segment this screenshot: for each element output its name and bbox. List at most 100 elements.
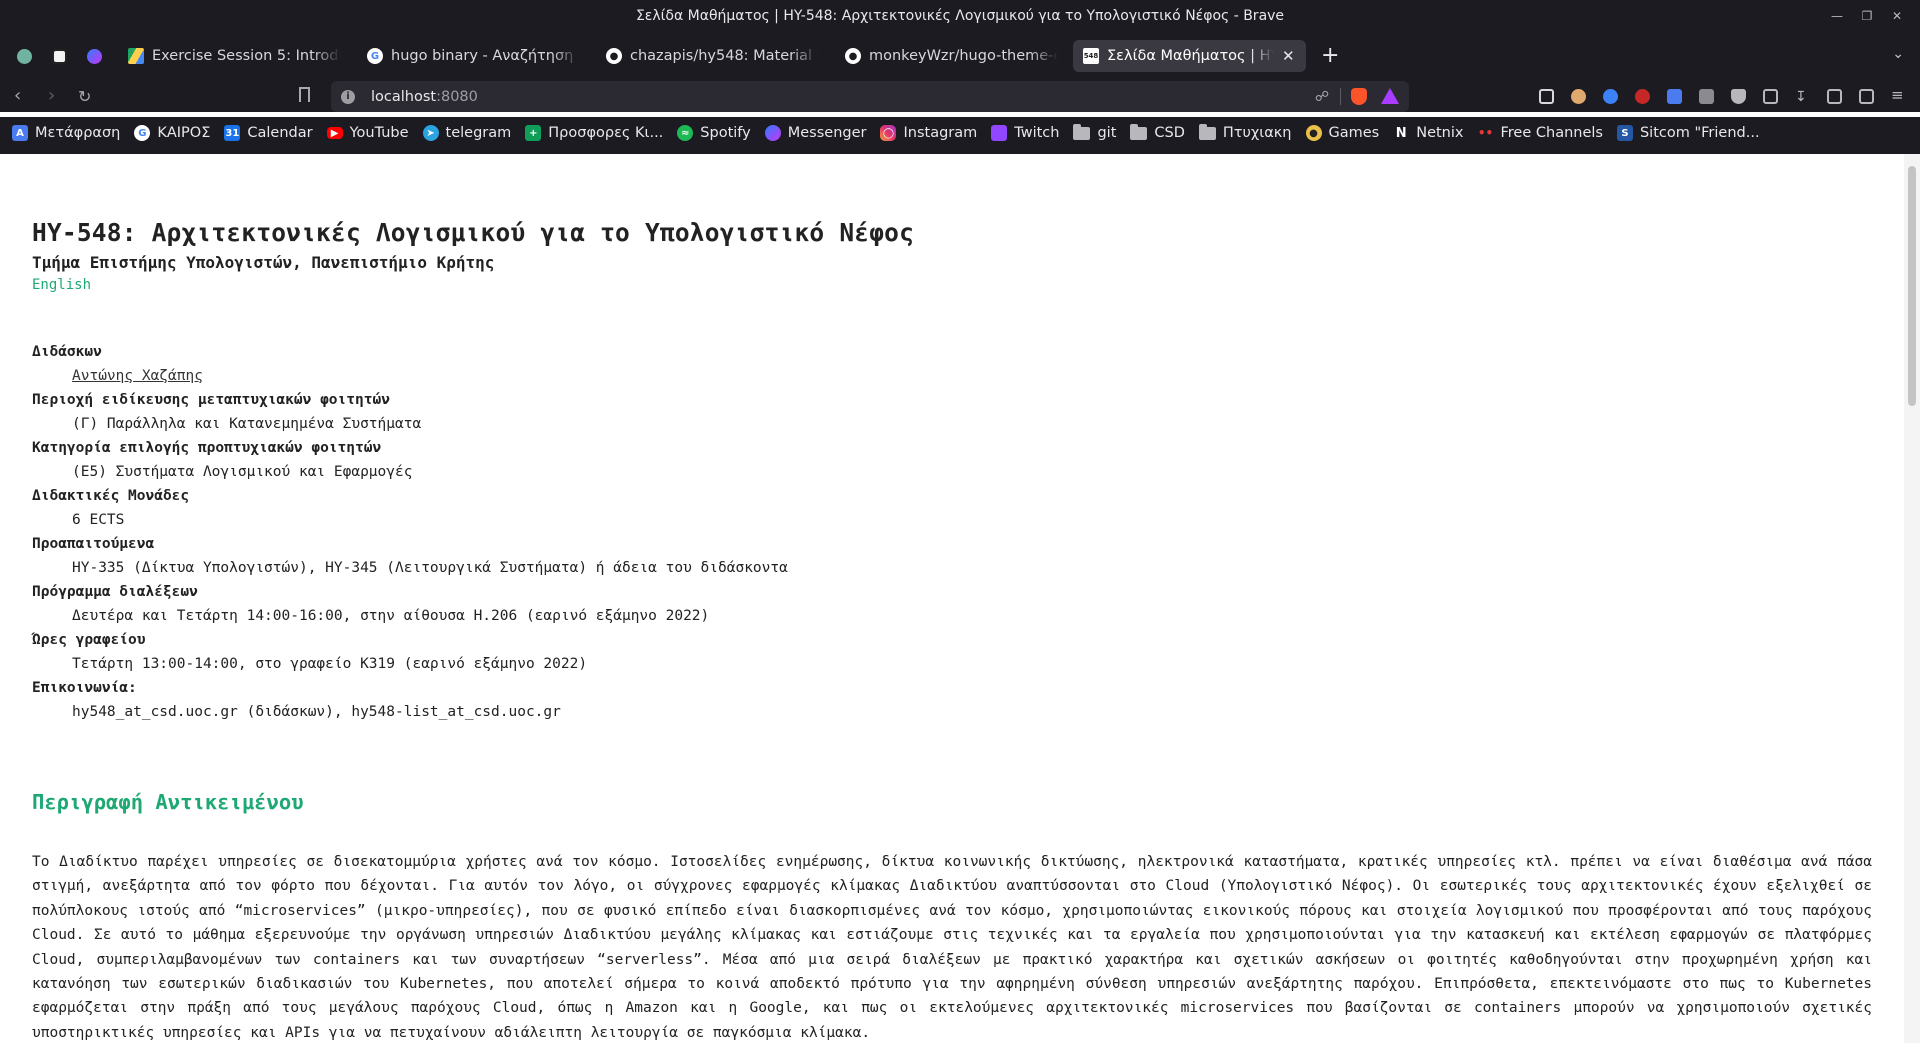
instructor-label: Διδάσκων xyxy=(32,344,102,360)
bookmark-label: git xyxy=(1097,125,1117,141)
undergrad-category-label: Κατηγορία επιλογής προπτυχιακών φοιτητών xyxy=(32,440,382,456)
tab-exercise-session[interactable]: Exercise Session 5: Introduc xyxy=(118,40,351,72)
bookmark-item[interactable]: Twitch xyxy=(991,125,1059,141)
reader-mode-icon[interactable] xyxy=(1539,89,1554,104)
minimize-icon[interactable]: — xyxy=(1822,9,1852,23)
tab-github-hugo-theme[interactable]: ● monkeyWzr/hugo-theme-ca xyxy=(835,40,1068,72)
sheets-icon: + xyxy=(525,125,542,141)
wallet-icon[interactable] xyxy=(1859,89,1874,104)
tab-hugo-search[interactable]: G hugo binary - Αναζήτηση G xyxy=(357,40,590,72)
tab-label: hugo binary - Αναζήτηση G xyxy=(391,48,580,64)
window-controls: — ❐ ✕ xyxy=(1822,0,1912,31)
bookmark-label: Free Channels xyxy=(1500,125,1603,141)
schedule-label: Πρόγραμμα διαλέξεων xyxy=(32,584,198,600)
brave-rewards-icon[interactable] xyxy=(1381,88,1399,104)
shield-extension-icon[interactable] xyxy=(1731,89,1746,104)
tab-course-page[interactable]: 548 Σελίδα Μαθήματος | HY ✕ xyxy=(1073,40,1306,72)
bookmark-item[interactable]: + Προσφορες Κι... xyxy=(525,125,663,141)
page-subtitle: Τμήμα Επιστήμης Υπολογιστών, Πανεπιστήμι… xyxy=(32,253,495,272)
schedule-value: Δευτέρα και Τετάρτη 14:00-16:00, στην αί… xyxy=(72,608,710,624)
tab-label: Σελίδα Μαθήματος | HY xyxy=(1107,48,1274,64)
spotify-icon: ≈ xyxy=(677,125,694,141)
bookmark-item[interactable]: ● Games xyxy=(1305,125,1379,141)
close-tab-icon[interactable]: ✕ xyxy=(1282,47,1296,65)
share-icon[interactable]: ☍ xyxy=(1315,89,1329,105)
bookmark-label: Μετάφραση xyxy=(35,125,121,141)
address-bar[interactable]: i localhost:8080 ☍ xyxy=(331,81,1409,112)
sound-extension-icon[interactable] xyxy=(1603,89,1618,104)
scrollbar-thumb[interactable] xyxy=(1908,166,1916,406)
instagram-icon: ◯ xyxy=(880,125,897,141)
translate-icon: A xyxy=(12,125,28,141)
language-link[interactable]: English xyxy=(32,277,91,293)
credits-label: Διδακτικές Μονάδες xyxy=(32,488,190,504)
pinned-tab-notion[interactable] xyxy=(45,42,73,70)
site-info-icon[interactable]: i xyxy=(341,89,355,104)
brave-shields-icon[interactable] xyxy=(1351,88,1367,105)
bookmark-folder[interactable]: Πτυχιακη xyxy=(1198,123,1292,141)
instructor-value: Αντώνης Χαζάπης xyxy=(72,367,1872,385)
office-hours-label: Ώρες γραφείου xyxy=(32,632,146,648)
camera-extension-icon[interactable] xyxy=(1699,89,1714,104)
bookmark-item[interactable]: 31 Calendar xyxy=(224,125,313,141)
bookmarks-bar: A Μετάφραση G ΚΑΙΡΟΣ 31 Calendar ▶ YouTube ➤… xyxy=(0,117,1920,149)
back-icon[interactable]: ‹ xyxy=(14,85,21,106)
ublock-icon[interactable] xyxy=(1635,89,1650,104)
tab-github-hy548[interactable]: ● chazapis/hy548: Material fo xyxy=(596,40,829,72)
bookmark-label: Calendar xyxy=(247,125,313,141)
url-host: localhost xyxy=(371,88,437,105)
download-icon[interactable]: ↧ xyxy=(1795,89,1810,105)
chatgpt-icon xyxy=(16,48,32,64)
folder-icon xyxy=(1073,123,1091,140)
bookmark-item[interactable]: ▶ YouTube xyxy=(326,125,409,141)
reload-icon[interactable]: ↻ xyxy=(78,87,91,106)
page-scrollbar[interactable] xyxy=(1904,154,1920,1043)
bookmark-label: Twitch xyxy=(1014,125,1060,141)
credits-value: 6 ECTS xyxy=(72,512,125,528)
contact-value: hy548_at_csd.uoc.gr (διδάσκων), hy548-li… xyxy=(72,704,561,720)
bookmark-label: Messenger xyxy=(787,125,867,141)
prerequisites-label: Προαπαιτούμενα xyxy=(32,536,155,552)
bookmark-item[interactable]: ≈ Spotify xyxy=(677,125,751,141)
bookmark-label: ΚΑΙΡΟΣ xyxy=(157,125,211,141)
google-icon: G xyxy=(367,48,383,64)
bookmark-item[interactable]: N Netnix xyxy=(1393,125,1464,141)
navigation-toolbar: ‹ › ↻ i localhost:8080 ☍ ↧ ≡ xyxy=(0,81,1920,112)
bookmark-item[interactable]: S Sitcom "Friend... xyxy=(1616,125,1760,141)
extensions-puzzle-icon[interactable] xyxy=(1763,89,1778,104)
translate-extension-icon[interactable] xyxy=(1667,89,1682,104)
sitcom-icon: S xyxy=(1616,125,1633,141)
bookmark-item[interactable]: ➤ telegram xyxy=(422,125,511,141)
close-window-icon[interactable]: ✕ xyxy=(1882,9,1912,23)
instructor-link[interactable]: Αντώνης Χαζάπης xyxy=(72,368,203,384)
bookmark-folder[interactable]: CSD xyxy=(1130,123,1185,141)
bookmark-item[interactable]: G ΚΑΙΡΟΣ xyxy=(134,125,210,141)
restore-icon[interactable]: ❐ xyxy=(1852,9,1882,23)
messenger-icon xyxy=(86,48,102,64)
bookmark-item[interactable]: ◯ Instagram xyxy=(880,125,977,141)
bookmark-item[interactable]: Messenger xyxy=(764,125,867,141)
grad-area-value: (Γ) Παράλληλα και Κατανεμημένα Συστήματα xyxy=(72,416,422,432)
new-tab-icon[interactable]: + xyxy=(1321,43,1339,68)
bookmark-item[interactable]: •• Free Channels xyxy=(1478,125,1603,141)
extension-avatar-icon[interactable] xyxy=(1571,89,1586,104)
page-viewport: HY-548: Αρχιτεκτονικές Λογισμικού για το… xyxy=(0,154,1904,1043)
twitch-icon xyxy=(991,125,1008,141)
messenger-icon xyxy=(764,125,781,141)
sidebar-icon[interactable] xyxy=(1827,89,1842,104)
prerequisites-value: HY-335 (Δίκτυα Υπολογιστών), HY-345 (Λει… xyxy=(72,560,788,576)
pinned-tab-messenger[interactable] xyxy=(80,42,108,70)
tab-list-chevron-icon[interactable]: ⌄ xyxy=(1892,46,1904,62)
course-description: Το Διαδίκτυο παρέχει υπηρεσίες σε δισεκα… xyxy=(32,854,1872,1041)
bookmark-label: Instagram xyxy=(903,125,978,141)
menu-icon[interactable]: ≡ xyxy=(1891,86,1906,104)
bookmark-item[interactable]: A Μετάφραση xyxy=(12,125,120,141)
tab-label: chazapis/hy548: Material fo xyxy=(630,48,819,64)
forward-icon[interactable]: › xyxy=(48,85,55,106)
pinned-tab-chatgpt[interactable] xyxy=(10,42,38,70)
bookmark-folder[interactable]: git xyxy=(1073,123,1117,141)
bookmark-icon[interactable] xyxy=(299,87,310,102)
tab-label: Exercise Session 5: Introduc xyxy=(152,48,341,64)
url-port: :8080 xyxy=(436,88,478,105)
github-icon: ● xyxy=(845,48,861,64)
